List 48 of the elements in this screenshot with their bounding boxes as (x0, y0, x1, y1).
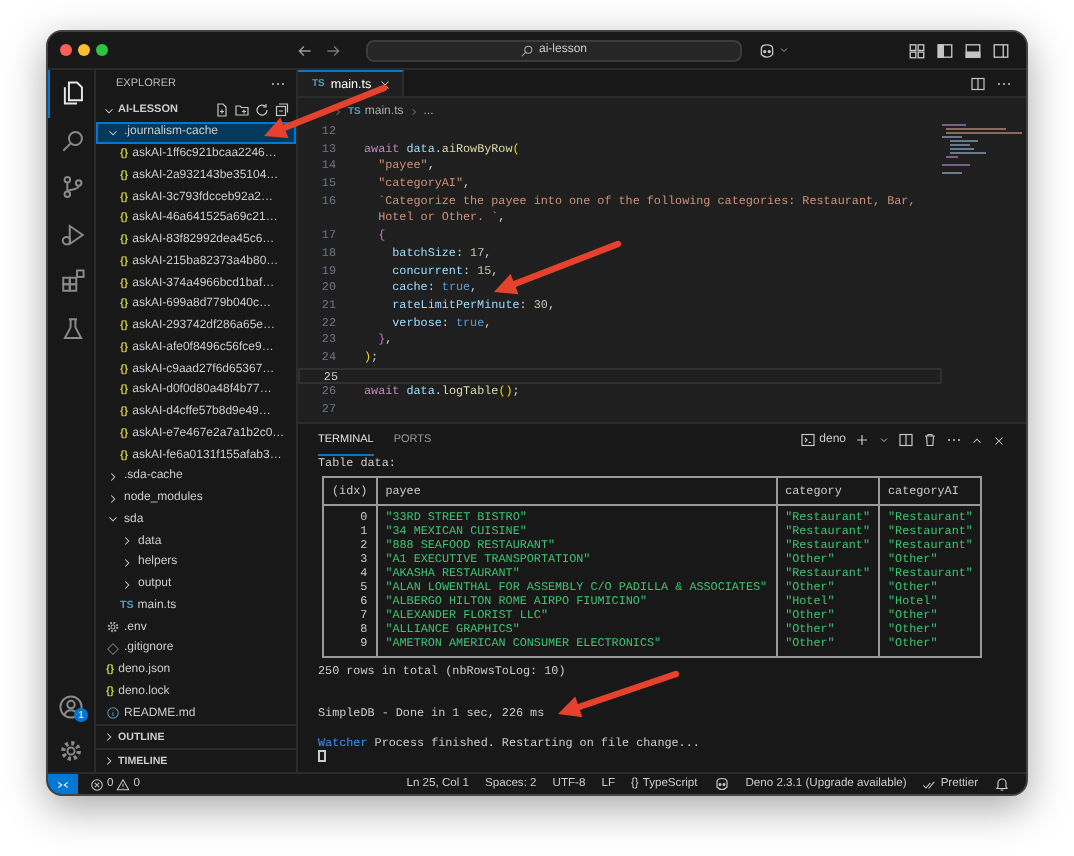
panel-toggle-icon[interactable] (964, 41, 982, 59)
chevron-up-icon[interactable] (970, 433, 984, 447)
remote-button[interactable] (48, 774, 78, 794)
split-editor-icon[interactable] (970, 75, 986, 91)
chevron-icon (332, 105, 344, 117)
terminal-icon (799, 432, 816, 448)
settings-icon[interactable] (58, 737, 84, 763)
close-button[interactable] (60, 44, 72, 56)
split-terminal-icon[interactable] (898, 432, 914, 448)
layout-grid-icon[interactable] (908, 41, 926, 59)
source-control-icon (59, 174, 85, 201)
double-check-icon (922, 777, 937, 791)
bell-icon[interactable] (994, 776, 1010, 792)
trash-icon[interactable] (922, 432, 938, 448)
remote-icon (56, 777, 70, 791)
refresh-icon[interactable] (254, 102, 270, 118)
primary-sidebar-icon[interactable] (936, 41, 954, 59)
search-icon (59, 127, 85, 154)
files-icon (59, 80, 85, 107)
flask-icon (59, 315, 85, 342)
close-icon[interactable] (992, 433, 1006, 447)
collapse-all-icon[interactable] (274, 102, 290, 118)
caret-icon[interactable] (878, 434, 890, 446)
error-icon (90, 777, 104, 791)
caret-icon[interactable] (778, 44, 790, 56)
search-icon (520, 43, 535, 57)
extensions-icon (59, 268, 85, 295)
new-folder-icon[interactable] (234, 102, 250, 118)
info-file-icon (106, 706, 120, 721)
plus-icon[interactable] (854, 432, 870, 448)
close-icon[interactable] (377, 77, 392, 91)
terminal-cursor (318, 749, 325, 763)
copilot-icon[interactable] (758, 41, 776, 59)
chevron-icon (407, 105, 420, 117)
minimap-drawing[interactable] (942, 124, 1022, 176)
gear-file-icon (106, 620, 120, 635)
zoom-button[interactable] (96, 44, 108, 56)
minimize-button[interactable] (78, 44, 90, 56)
account-icon[interactable] (58, 693, 84, 719)
new-file-icon[interactable] (214, 102, 230, 118)
warning-icon (116, 777, 131, 791)
run-debug-icon (59, 221, 85, 248)
secondary-sidebar-icon[interactable] (992, 41, 1010, 59)
back-arrow-icon[interactable] (296, 41, 314, 59)
arrow-annotation (494, 240, 622, 295)
diamond-file-icon (106, 641, 120, 656)
forward-arrow-icon[interactable] (324, 41, 342, 59)
copilot-icon[interactable] (713, 776, 730, 792)
